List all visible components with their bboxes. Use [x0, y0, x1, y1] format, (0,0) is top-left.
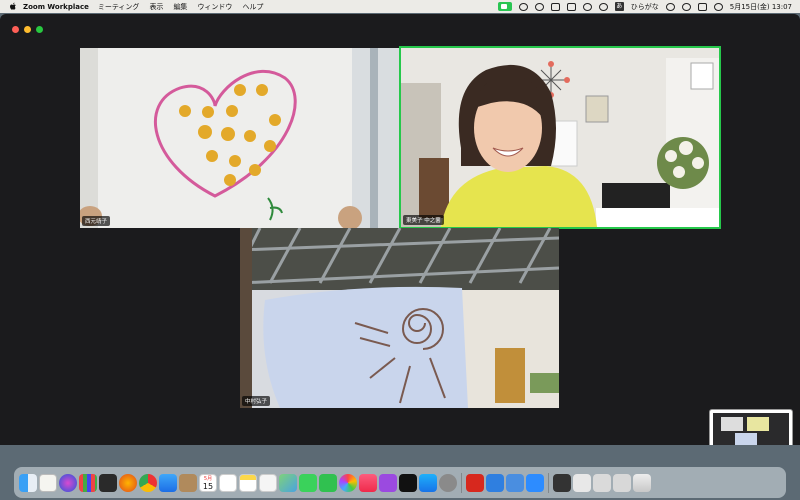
participant-name: 中村弘子 [242, 396, 271, 406]
finder-icon[interactable] [19, 473, 37, 492]
menu-help[interactable]: ヘルプ [242, 2, 263, 12]
input-source-icon[interactable]: あ [614, 2, 624, 11]
dock-separator [548, 472, 549, 493]
downloads-stack-icon[interactable] [593, 473, 611, 492]
control-center-icon[interactable] [697, 2, 707, 11]
battery-icon[interactable] [582, 2, 592, 11]
downloads-icon[interactable] [573, 473, 591, 492]
contacts-icon[interactable] [179, 473, 197, 492]
documents-stack-icon[interactable] [613, 473, 631, 492]
dock: 5月 15 [14, 467, 786, 498]
input-source-label[interactable]: ひらがな [631, 2, 659, 12]
chrome-icon[interactable] [139, 473, 157, 492]
heart-drawing-video [80, 48, 399, 228]
calendar-day: 15 [202, 481, 214, 491]
app-store-icon[interactable] [419, 473, 437, 492]
freeform-icon[interactable] [259, 473, 277, 492]
siri-icon[interactable] [59, 473, 77, 492]
wifi-icon[interactable] [598, 2, 608, 11]
window-icon[interactable] [566, 2, 576, 11]
notes-icon[interactable] [39, 473, 57, 492]
calendar-icon[interactable]: 5月 15 [199, 473, 217, 492]
menu-meeting[interactable]: ミーティング [98, 2, 140, 12]
siri-menubar-icon[interactable] [713, 2, 723, 11]
mail-icon[interactable] [159, 473, 177, 492]
music-icon[interactable] [359, 473, 377, 492]
menu-view[interactable]: 表示 [149, 2, 163, 12]
video-tile[interactable]: 西元靖子 [80, 48, 399, 228]
keynote-icon[interactable] [486, 473, 504, 492]
notes-app-icon[interactable] [239, 473, 257, 492]
smiling-woman-video [401, 48, 719, 227]
menu-window[interactable]: ウィンドウ [197, 2, 232, 12]
preview-icon[interactable] [506, 473, 524, 492]
sun-drawing-video [240, 228, 559, 408]
mission-control-icon[interactable] [99, 473, 117, 492]
active-speaker-video-tile[interactable]: 東美子 中之薗 [399, 46, 721, 229]
reminders-icon[interactable] [219, 473, 237, 492]
mini-tile-sun [735, 433, 757, 445]
fullscreen-window-button[interactable] [36, 26, 43, 33]
datetime[interactable]: 5月15日(金) 13:07 [730, 2, 792, 12]
apple-menu-icon[interactable] [9, 2, 17, 11]
photos-icon[interactable] [339, 473, 357, 492]
system-settings-icon[interactable] [439, 473, 457, 492]
menu-edit[interactable]: 編集 [173, 2, 187, 12]
launchpad-icon[interactable] [79, 473, 97, 492]
terminal-icon[interactable] [553, 473, 571, 492]
video-tile[interactable]: 中村弘子 [240, 228, 559, 408]
trash-icon[interactable] [633, 473, 651, 492]
acrobat-icon[interactable] [466, 473, 484, 492]
zoom-icon[interactable] [526, 473, 544, 492]
facetime-icon[interactable] [319, 473, 337, 492]
dock-separator [461, 472, 462, 493]
search-icon[interactable] [681, 2, 691, 11]
maps-icon[interactable] [279, 473, 297, 492]
participant-name: 西元靖子 [82, 216, 111, 226]
line-icon[interactable] [534, 2, 544, 11]
mini-tile-speaker [747, 417, 769, 431]
participant-name: 東美子 中之薗 [403, 215, 444, 225]
minimize-window-button[interactable] [24, 26, 31, 33]
tv-icon[interactable] [399, 473, 417, 492]
zoom-meeting-window: 西元靖子 東美子 中之薗 中村弘子 [0, 14, 800, 445]
podcasts-icon[interactable] [379, 473, 397, 492]
close-window-button[interactable] [12, 26, 19, 33]
messages-icon[interactable] [299, 473, 317, 492]
self-view-video [713, 413, 789, 445]
screen-share-icon[interactable] [518, 2, 528, 11]
menu-bar: Zoom Workplace ミーティング 表示 編集 ウィンドウ ヘルプ あ … [0, 0, 800, 13]
clock-icon[interactable] [665, 2, 675, 11]
cloud-icon[interactable] [550, 2, 560, 11]
app-name[interactable]: Zoom Workplace [23, 3, 89, 11]
firefox-icon[interactable] [119, 473, 137, 492]
self-view-thumbnail[interactable] [709, 409, 793, 445]
mini-tile-heart [721, 417, 743, 431]
zoom-status-icon[interactable] [497, 2, 512, 11]
